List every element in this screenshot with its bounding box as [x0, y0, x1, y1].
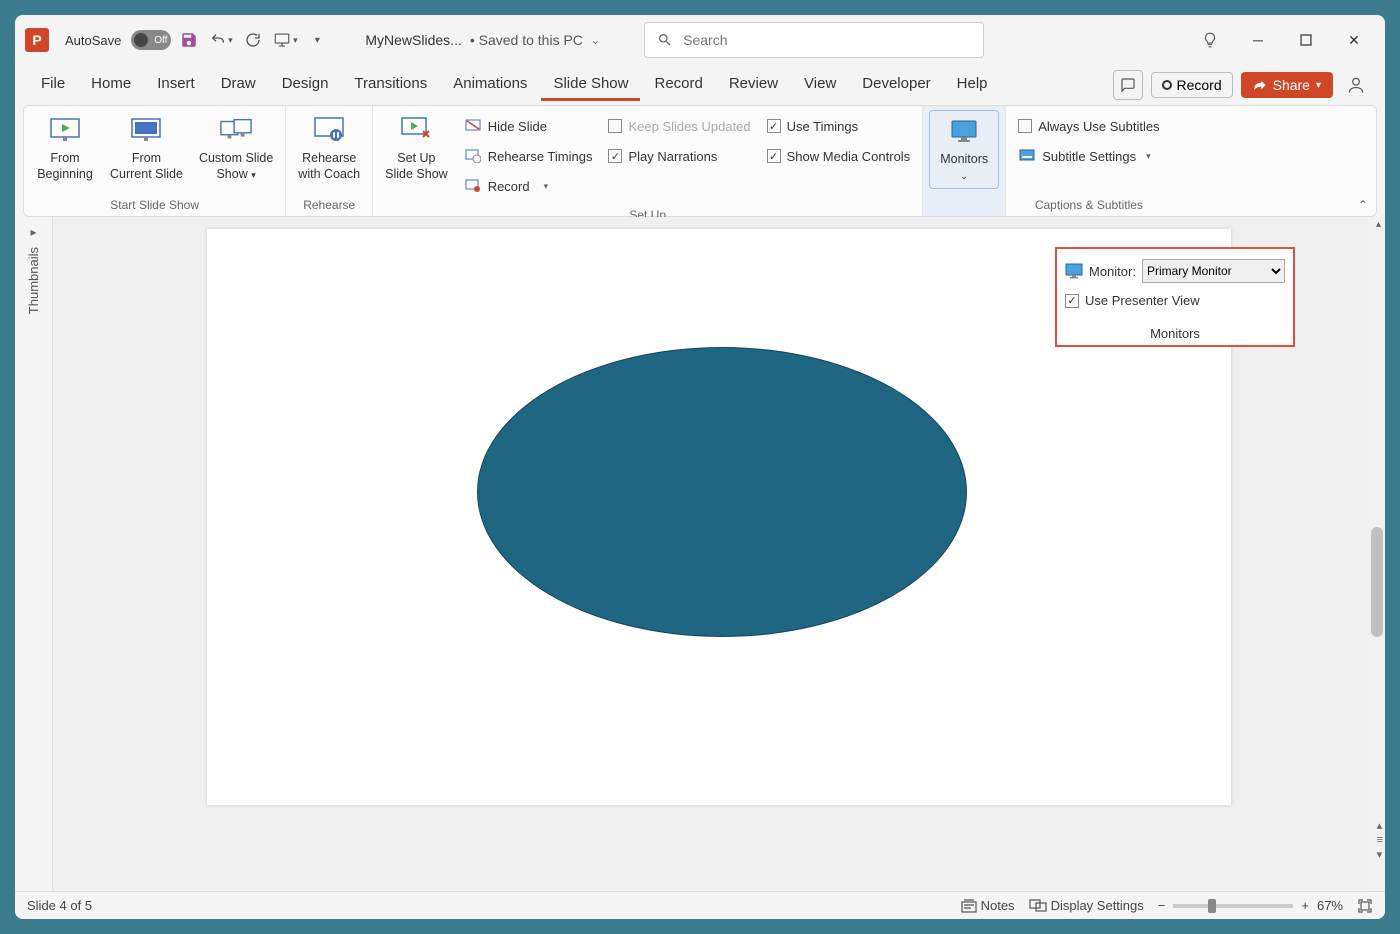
group-set-up: Set Up Slide Show Hide Slide Rehearse Ti… [373, 106, 923, 216]
keep-slides-updated-checkbox: Keep Slides Updated [604, 112, 754, 140]
group-start-slide-show: From Beginning From Current Slide Custom… [24, 106, 286, 216]
lightbulb-button[interactable] [1189, 22, 1231, 58]
comments-button[interactable] [1113, 70, 1143, 100]
tab-design[interactable]: Design [270, 69, 341, 101]
tab-insert[interactable]: Insert [145, 69, 207, 101]
monitor-label: Monitor: [1089, 264, 1136, 279]
ellipse-shape[interactable] [477, 347, 967, 637]
use-timings-checkbox[interactable]: Use Timings [763, 112, 915, 140]
monitor-icon [1065, 263, 1083, 279]
search-input[interactable] [683, 32, 971, 48]
monitors-group-label: Monitors [1065, 326, 1285, 341]
rehearse-timings-button[interactable]: Rehearse Timings [460, 142, 597, 170]
zoom-out-button[interactable]: − [1158, 898, 1166, 913]
tab-transitions[interactable]: Transitions [342, 69, 439, 101]
autosave-label: AutoSave [65, 33, 121, 48]
from-current-slide-button[interactable]: From Current Slide [104, 110, 189, 187]
present-from-beginning-qat[interactable]: ▾ [271, 26, 299, 54]
next-slide-icon[interactable]: ▾ [1377, 848, 1383, 861]
thumbnails-label: Thumbnails [26, 247, 41, 314]
monitors-button[interactable]: Monitors⌄ [929, 110, 999, 189]
tab-home[interactable]: Home [79, 69, 143, 101]
notes-button[interactable]: Notes [961, 898, 1015, 913]
save-status-chevron[interactable]: ⌄ [591, 34, 600, 47]
show-media-controls-checkbox[interactable]: Show Media Controls [763, 142, 915, 170]
monitor-selector-row: Monitor: Primary Monitor [1065, 259, 1285, 283]
share-button[interactable]: Share ▾ [1241, 72, 1333, 98]
fit-to-window-button[interactable] [1357, 898, 1373, 914]
tab-file[interactable]: File [29, 69, 77, 101]
record-dot-icon [1162, 80, 1172, 90]
slide-counter[interactable]: Slide 4 of 5 [27, 898, 92, 913]
set-up-slide-show-button[interactable]: Set Up Slide Show [379, 110, 454, 187]
record-button[interactable]: Record [1151, 72, 1232, 98]
record-dropdown-button[interactable]: Record▾ [460, 172, 597, 200]
slide-nav-arrows: ▴ ≡ ▾ [1377, 819, 1383, 861]
maximize-button[interactable] [1285, 22, 1327, 58]
tab-slide-show[interactable]: Slide Show [541, 69, 640, 101]
autosave-toggle[interactable]: Off [131, 30, 171, 50]
group-captions: Always Use Subtitles Subtitle Settings▾ … [1006, 106, 1171, 216]
custom-slide-show-button[interactable]: Custom Slide Show ▾ [193, 110, 279, 187]
ribbon: From Beginning From Current Slide Custom… [23, 105, 1377, 217]
powerpoint-icon: P [25, 28, 49, 52]
document-name[interactable]: MyNewSlides... [365, 32, 461, 48]
rehearse-with-coach-button[interactable]: Rehearse with Coach [292, 110, 366, 187]
subtitle-settings-button[interactable]: Subtitle Settings▾ [1014, 142, 1163, 170]
monitors-popup: Monitor: Primary Monitor Use Presenter V… [1055, 247, 1295, 347]
thumbnails-panel-collapsed[interactable]: ▸ Thumbnails [15, 217, 53, 891]
from-beginning-button[interactable]: From Beginning [30, 110, 100, 187]
minimize-button[interactable]: ─ [1237, 22, 1279, 58]
tab-help[interactable]: Help [945, 69, 1000, 101]
app-window: P AutoSave Off ▾ ▾ ▾ MyNewSlides... • Sa… [15, 15, 1385, 919]
tab-view[interactable]: View [792, 69, 848, 101]
undo-button[interactable]: ▾ [207, 26, 235, 54]
group-monitors: Monitors⌄ . [923, 106, 1006, 216]
play-narrations-checkbox[interactable]: Play Narrations [604, 142, 754, 170]
qat-customize[interactable]: ▾ [303, 26, 331, 54]
search-box[interactable] [644, 22, 984, 58]
use-presenter-view-checkbox[interactable]: Use Presenter View [1065, 293, 1285, 308]
prev-slide-icon[interactable]: ▴ [1377, 819, 1383, 832]
nav-divider-icon[interactable]: ≡ [1377, 834, 1383, 846]
zoom-controls: − + 67% [1158, 898, 1343, 913]
display-settings-button[interactable]: Display Settings [1029, 898, 1144, 913]
expand-thumbnails-icon[interactable]: ▸ [30, 225, 36, 239]
tab-developer[interactable]: Developer [850, 69, 942, 101]
ribbon-collapse-button[interactable]: ⌃ [1358, 198, 1368, 212]
tab-record[interactable]: Record [642, 69, 714, 101]
zoom-slider[interactable] [1173, 904, 1293, 908]
title-bar: P AutoSave Off ▾ ▾ ▾ MyNewSlides... • Sa… [15, 15, 1385, 65]
status-bar: Slide 4 of 5 Notes Display Settings − + … [15, 891, 1385, 919]
always-use-subtitles-checkbox[interactable]: Always Use Subtitles [1014, 112, 1163, 140]
user-account-button[interactable] [1341, 70, 1371, 100]
tab-animations[interactable]: Animations [441, 69, 539, 101]
tab-draw[interactable]: Draw [209, 69, 268, 101]
redo-button[interactable] [239, 26, 267, 54]
zoom-in-button[interactable]: + [1301, 898, 1309, 913]
save-button[interactable] [175, 26, 203, 54]
search-icon [657, 32, 673, 48]
scrollbar-thumb[interactable] [1371, 527, 1383, 637]
zoom-level[interactable]: 67% [1317, 898, 1343, 913]
close-button[interactable]: ✕ [1333, 22, 1375, 58]
hide-slide-button[interactable]: Hide Slide [460, 112, 597, 140]
vertical-scrollbar[interactable]: ▴ ▴ ≡ ▾ [1367, 217, 1385, 891]
monitor-select[interactable]: Primary Monitor [1142, 259, 1285, 283]
ribbon-tabs: File Home Insert Draw Design Transitions… [15, 65, 1385, 105]
tab-review[interactable]: Review [717, 69, 790, 101]
save-status[interactable]: • Saved to this PC [470, 32, 583, 48]
group-rehearse: Rehearse with Coach Rehearse [286, 106, 373, 216]
